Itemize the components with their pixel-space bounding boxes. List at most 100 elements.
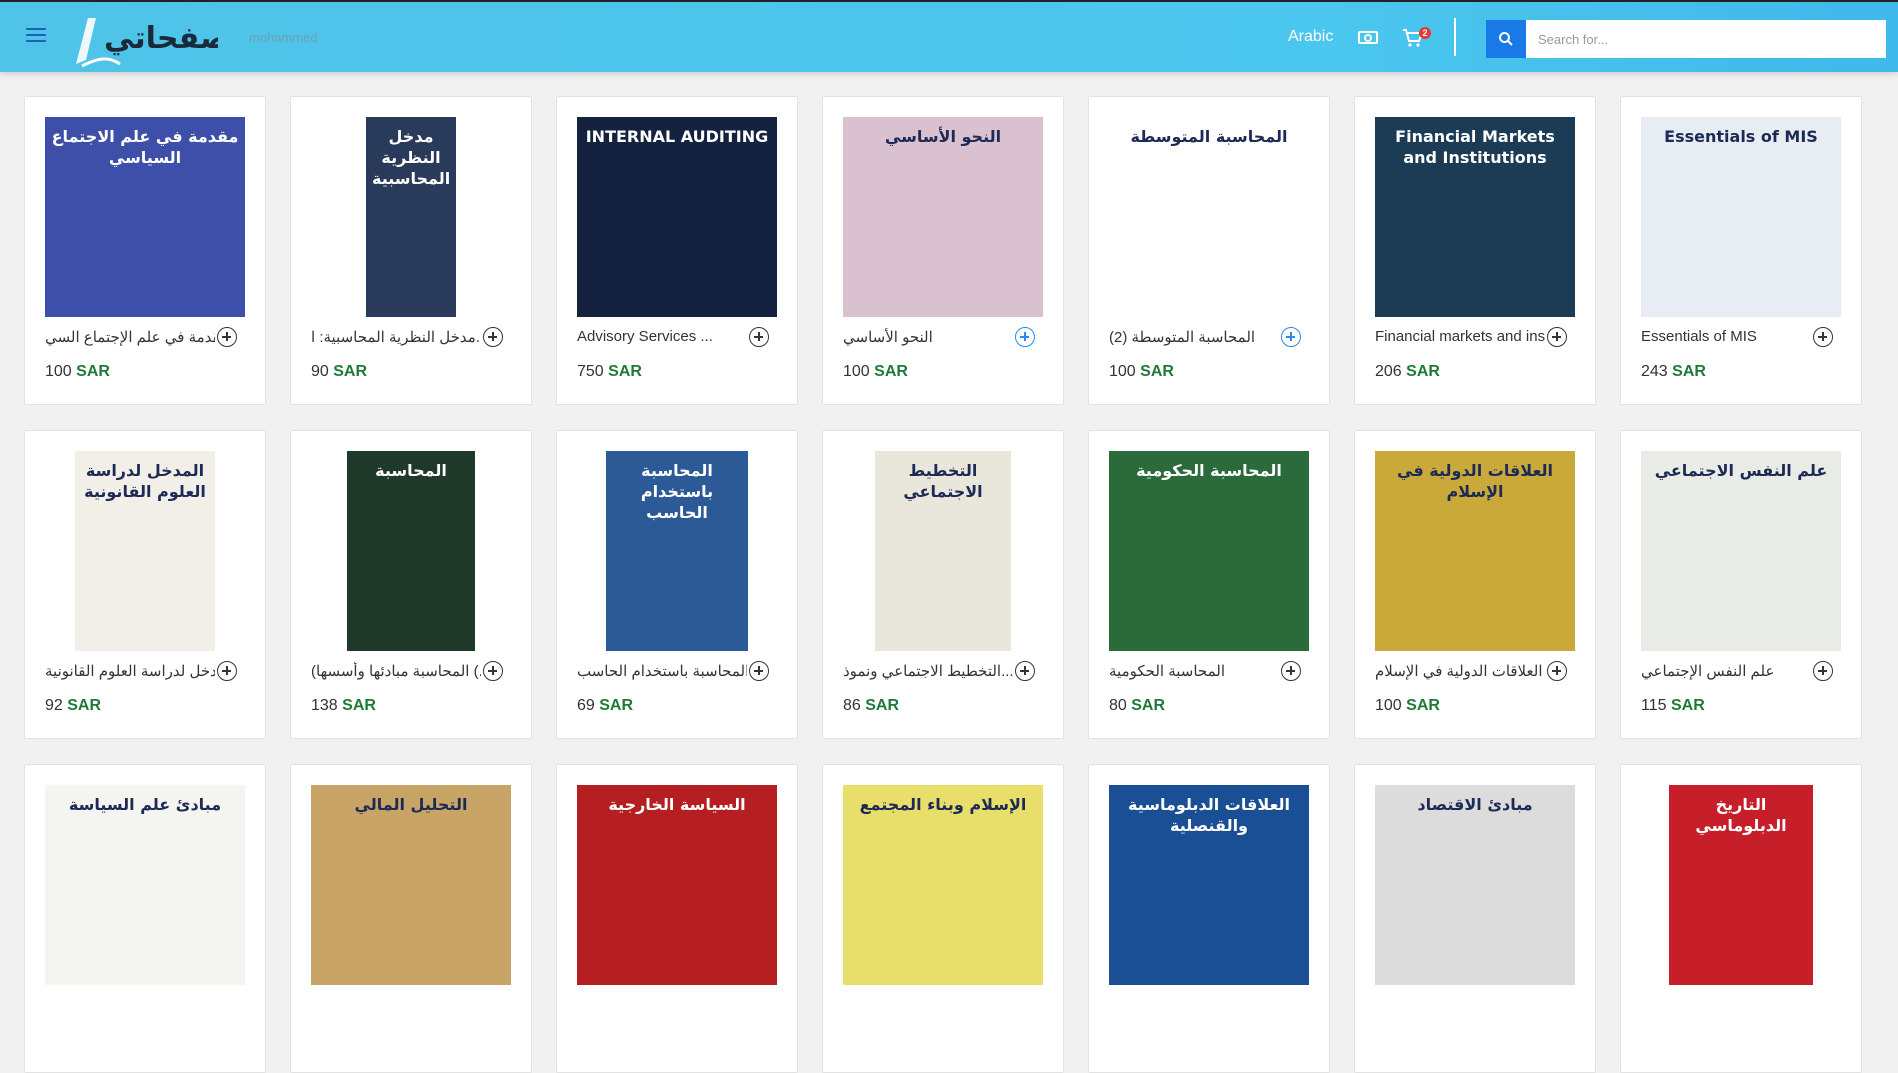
product-title[interactable]: Financial markets and institutions [1375,328,1545,345]
product-title[interactable]: النحو الأساسي [843,328,1013,346]
product-card[interactable]: المحاسبة المتوسطة المحاسبة المتوسطة (2) 10… [1088,96,1330,405]
product-card[interactable]: التحليل المالي [290,764,532,1073]
product-title[interactable]: المحاسبة الحكومية [1109,662,1279,680]
product-card[interactable]: Financial Markets and Institutions Financ… [1354,96,1596,405]
book-cover-image[interactable]: المحاسبة الحكومية [1109,451,1309,651]
cover-title-text: النحو الأساسي [884,127,1002,146]
product-title[interactable]: مدخل النظرية المحاسبية: ا... [311,328,481,346]
book-cover-image[interactable]: التخطيط الاجتماعي [843,451,1043,651]
price-value: 100 [1375,697,1402,714]
add-to-cart-icon[interactable] [1813,661,1833,681]
book-cover-image[interactable]: مدخل النظرية المحاسبية [311,117,511,317]
add-to-cart-icon[interactable] [1281,661,1301,681]
product-card[interactable]: مبادئ الاقتصاد [1354,764,1596,1073]
cover-title-text: التخطيط الاجتماعي [903,461,983,501]
product-card[interactable]: المحاسبة الحكومية المحاسبة الحكومية 80 SAR [1088,430,1330,739]
product-title[interactable]: علم النفس الإجتماعي [1641,662,1811,680]
price-currency: SAR [1670,697,1705,714]
price-currency: SAR [1406,697,1440,714]
book-cover-image[interactable]: المحاسبة المتوسطة [1109,117,1309,317]
product-card[interactable]: العلاقات الدولية في الإسلام العلاقات الدو… [1354,430,1596,739]
product-card[interactable]: Essentials of MIS Essentials of MIS 243 SA… [1620,96,1862,405]
book-cover-image[interactable]: INTERNAL AUDITING [577,117,777,317]
book-cover-image[interactable]: المحاسبة [311,451,511,651]
product-card[interactable]: التخطيط الاجتماعي التخطيط الاجتماعي ونموذ… [822,430,1064,739]
add-to-cart-icon[interactable] [1547,661,1567,681]
book-cover-image[interactable]: العلاقات الدبلوماسية والقنصلية [1109,785,1309,985]
price-value: 115 [1641,697,1667,714]
username-label: mohammed [249,30,318,45]
add-to-cart-icon[interactable] [749,661,769,681]
add-to-cart-icon[interactable] [1015,661,1035,681]
add-to-cart-icon[interactable] [217,327,237,347]
add-to-cart-icon[interactable] [1015,327,1035,347]
book-cover-image[interactable]: Financial Markets and Institutions [1375,117,1575,317]
product-card[interactable]: التاريخ الدبلوماسي [1620,764,1862,1073]
add-to-cart-icon[interactable] [749,327,769,347]
product-price: 100 SAR [843,363,908,381]
price-value: 86 [843,697,861,714]
search-button[interactable] [1486,20,1526,58]
product-card[interactable]: المحاسبة (المحاسبة مبادئها وأسسها (... 138… [290,430,532,739]
add-to-cart-icon[interactable] [1813,327,1833,347]
add-to-cart-icon[interactable] [483,661,503,681]
book-cover-image[interactable]: مقدمة في علم الاجتماع السياسي [45,117,245,317]
product-title[interactable]: (المحاسبة مبادئها وأسسها (... [311,662,481,680]
cover-title-text: التاريخ الدبلوماسي [1695,795,1787,835]
cover-title-text: المحاسبة باستخدام الحاسب [640,461,714,522]
book-cover-image[interactable]: Essentials of MIS [1641,117,1841,317]
book-cover-image[interactable]: السياسة الخارجية [577,785,777,985]
book-cover-image[interactable]: علم النفس الاجتماعي [1641,451,1841,651]
money-icon[interactable] [1358,31,1378,44]
price-currency: SAR [1406,363,1440,380]
add-to-cart-icon[interactable] [483,327,503,347]
product-title[interactable]: التخطيط الاجتماعي ونموذ... [843,662,1013,680]
product-card[interactable]: السياسة الخارجية [556,764,798,1073]
product-title[interactable]: المدخل لدراسة العلوم القانونية [45,662,215,680]
product-title[interactable]: العلاقات الدولية في الإسلام [1375,662,1545,680]
cover-title-text: مدخل النظرية المحاسبية [372,127,451,188]
product-title[interactable]: Advisory Services ... [577,328,747,345]
cover-title-text: السياسة الخارجية [608,795,746,814]
cover-title-text: INTERNAL AUDITING [585,127,769,146]
price-currency: SAR [333,363,368,380]
product-card[interactable]: النحو الأساسي النحو الأساسي 100 SAR [822,96,1064,405]
hamburger-menu-icon[interactable] [26,28,46,46]
book-cover-image[interactable]: المحاسبة باستخدام الحاسب [577,451,777,651]
product-card[interactable]: مدخل النظرية المحاسبية مدخل النظرية المحا… [290,96,532,405]
header-divider [1454,18,1456,56]
product-title[interactable]: Essentials of MIS [1641,328,1811,345]
product-title[interactable]: المحاسبة المتوسطة (2) [1109,328,1279,346]
price-value: 206 [1375,363,1402,380]
language-switch[interactable]: Arabic [1288,28,1333,46]
price-value: 138 [311,697,338,714]
cover-title-text: التحليل المالي [354,795,468,814]
product-card[interactable]: الإسلام وبناء المجتمع [822,764,1064,1073]
add-to-cart-icon[interactable] [1547,327,1567,347]
site-logo[interactable]: صفحاتي [68,8,229,70]
cover-title-text: الإسلام وبناء المجتمع [859,795,1027,814]
product-price: 69 SAR [577,697,633,715]
product-price: 86 SAR [843,697,899,715]
product-card[interactable]: المحاسبة باستخدام الحاسب المحاسبة باستخدا… [556,430,798,739]
product-price: 750 SAR [577,363,642,381]
product-title[interactable]: المحاسبة باستخدام الحاسب ... [577,662,747,680]
add-to-cart-icon[interactable] [1281,327,1301,347]
product-card[interactable]: مبادئ علم السياسة [24,764,266,1073]
book-cover-image[interactable]: النحو الأساسي [843,117,1043,317]
book-cover-image[interactable]: التاريخ الدبلوماسي [1641,785,1841,985]
product-card[interactable]: المدخل لدراسة العلوم القانونية المدخل لدر… [24,430,266,739]
product-title[interactable]: مقدمة في علم الإجتماع السي... [45,328,215,346]
book-cover-image[interactable]: مبادئ علم السياسة [45,785,245,985]
book-cover-image[interactable]: العلاقات الدولية في الإسلام [1375,451,1575,651]
book-cover-image[interactable]: المدخل لدراسة العلوم القانونية [45,451,245,651]
product-card[interactable]: علم النفس الاجتماعي علم النفس الإجتماعي 11… [1620,430,1862,739]
book-cover-image[interactable]: مبادئ الاقتصاد [1375,785,1575,985]
product-card[interactable]: العلاقات الدبلوماسية والقنصلية [1088,764,1330,1073]
product-card[interactable]: INTERNAL AUDITING Advisory Services ... 75… [556,96,798,405]
search-input[interactable] [1526,20,1886,58]
product-card[interactable]: مقدمة في علم الاجتماع السياسي مقدمة في عل… [24,96,266,405]
book-cover-image[interactable]: الإسلام وبناء المجتمع [843,785,1043,985]
add-to-cart-icon[interactable] [217,661,237,681]
book-cover-image[interactable]: التحليل المالي [311,785,511,985]
